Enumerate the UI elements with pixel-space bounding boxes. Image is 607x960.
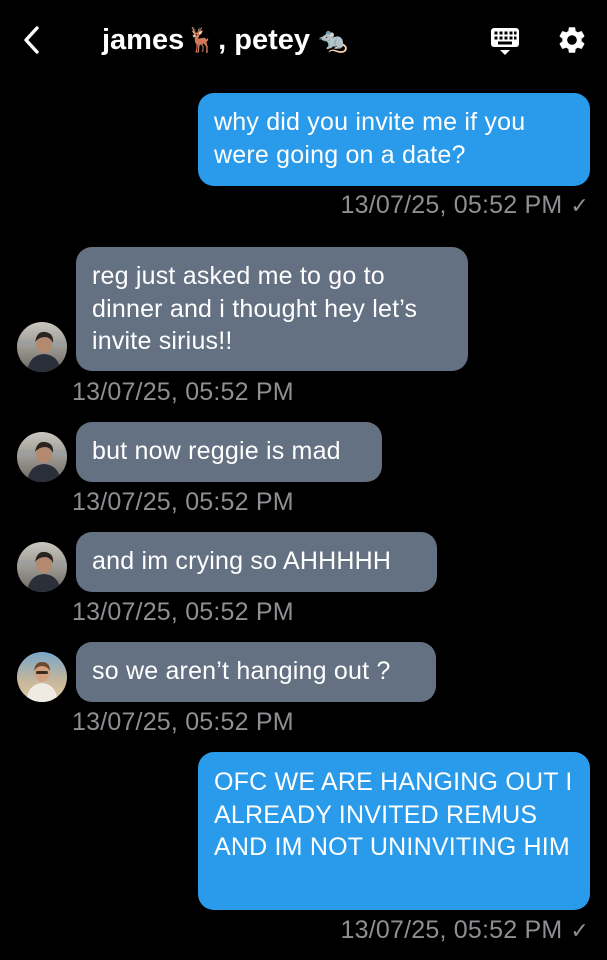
chat-header: james 🦌 , petey 🐀 [0, 0, 607, 80]
rat-emoji: 🐀 [318, 26, 348, 54]
title-name-petey: , petey [218, 23, 310, 56]
message-text: OFC WE ARE HANGING OUT I ALREADY INVITED… [214, 768, 573, 861]
avatar-james[interactable] [17, 322, 67, 372]
message-bubble-incoming[interactable]: and im crying so AHHHHH [76, 532, 437, 592]
timestamp-text: 13/07/25, 05:52 PM [340, 916, 563, 944]
message-bubble-incoming[interactable]: so we aren’t hanging out ? [76, 642, 436, 702]
message-bubble-outgoing[interactable]: OFC WE ARE HANGING OUT I ALREADY INVITED… [198, 752, 590, 910]
avatar-james[interactable] [17, 542, 67, 592]
chat-title[interactable]: james 🦌 , petey 🐀 [102, 20, 350, 60]
message-text: but now reggie is mad [92, 437, 341, 465]
message-timestamp: 13/07/25, 05:52 PM [72, 488, 294, 517]
timestamp-text: 13/07/25, 05:52 PM [72, 378, 294, 406]
read-check-icon: ✓ [570, 918, 589, 943]
message-text: why did you invite me if you were going … [214, 108, 526, 169]
message-bubble-incoming[interactable]: but now reggie is mad [76, 422, 382, 482]
message-bubble-incoming[interactable]: reg just asked me to go to dinner and i … [76, 247, 468, 371]
gear-icon [559, 27, 585, 53]
timestamp-text: 13/07/25, 05:52 PM [72, 488, 294, 516]
chat-screen: james 🦌 , petey 🐀 why did you invite me … [0, 0, 607, 960]
keyboard-icon [491, 28, 519, 55]
profile-photo [17, 322, 67, 372]
read-check-icon: ✓ [570, 193, 589, 218]
message-text: reg just asked me to go to dinner and i … [92, 262, 418, 355]
profile-photo [17, 542, 67, 592]
message-timestamp: 13/07/25, 05:52 PM [72, 708, 294, 737]
chevron-left-icon [24, 26, 39, 54]
message-timestamp: 13/07/25, 05:52 PM [72, 378, 294, 407]
back-button[interactable] [14, 20, 50, 60]
message-text: so we aren’t hanging out ? [92, 657, 391, 685]
timestamp-text: 13/07/25, 05:52 PM [72, 598, 294, 626]
timestamp-text: 13/07/25, 05:52 PM [72, 708, 294, 736]
title-name-james: james [102, 23, 185, 56]
message-timestamp: 13/07/25, 05:52 PM [72, 598, 294, 627]
deer-emoji: 🦌 [186, 26, 217, 54]
message-text: and im crying so AHHHHH [92, 547, 392, 575]
message-bubble-outgoing[interactable]: why did you invite me if you were going … [198, 93, 590, 186]
message-timestamp: 13/07/25, 05:52 PM ✓ [341, 916, 589, 945]
keyboard-button[interactable] [488, 24, 522, 58]
profile-photo [17, 652, 67, 702]
message-timestamp: 13/07/25, 05:52 PM ✓ [341, 191, 589, 220]
settings-button[interactable] [554, 22, 590, 58]
avatar-petey[interactable] [17, 652, 67, 702]
timestamp-text: 13/07/25, 05:52 PM [340, 191, 563, 219]
profile-photo [17, 432, 67, 482]
avatar-james[interactable] [17, 432, 67, 482]
